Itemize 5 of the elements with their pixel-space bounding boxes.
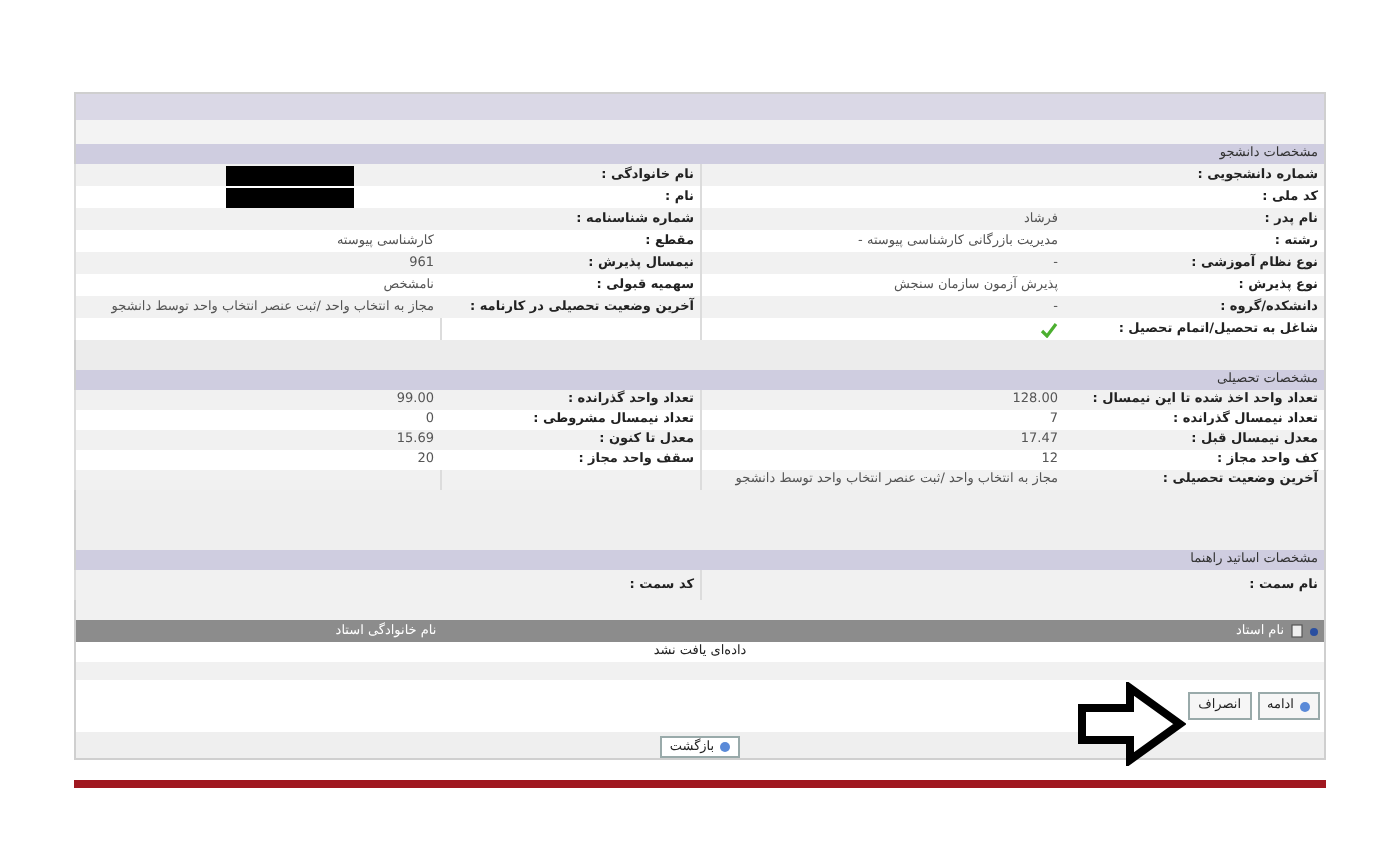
redaction-bar xyxy=(226,165,354,185)
redaction-bar xyxy=(226,187,354,207)
page-icon xyxy=(1290,624,1304,638)
check-icon xyxy=(1040,321,1058,337)
circle-icon xyxy=(720,742,731,752)
